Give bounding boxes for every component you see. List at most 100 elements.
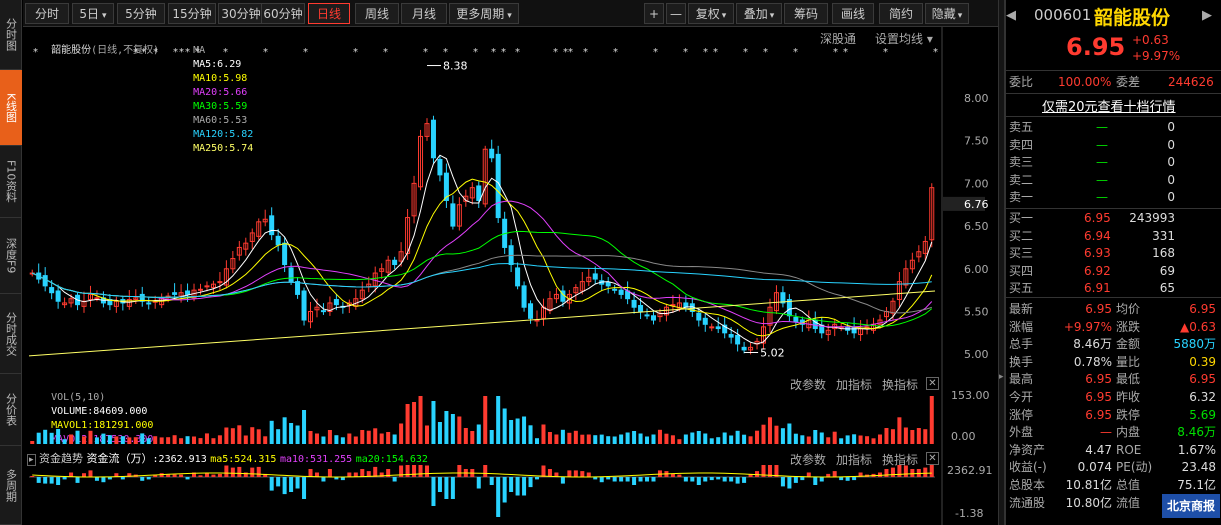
volume-bar bbox=[43, 429, 48, 444]
event-marker-icon: * bbox=[491, 47, 496, 58]
volume-bar bbox=[289, 423, 294, 444]
event-marker-icon: * bbox=[833, 47, 838, 58]
nav-item-0[interactable]: 分时图 bbox=[0, 0, 22, 70]
event-marker-icon: * bbox=[653, 47, 658, 58]
volume-bar bbox=[483, 396, 488, 444]
panel-divider[interactable]: ▸ bbox=[998, 0, 1005, 525]
period-tab-7[interactable]: 周线 bbox=[355, 3, 399, 24]
level2-promo-link[interactable]: 仅需20元查看十档行情 bbox=[1042, 96, 1176, 115]
stat-label: 涨幅 bbox=[1009, 319, 1034, 334]
volume-bar bbox=[373, 428, 378, 444]
volume-bar bbox=[263, 436, 268, 444]
nav-item-3[interactable]: 深度F9 bbox=[0, 218, 22, 294]
fund-bar bbox=[722, 477, 727, 482]
period-tab-3[interactable]: 15分钟 bbox=[168, 3, 216, 24]
volume-bar bbox=[360, 430, 365, 444]
volume-bar bbox=[742, 434, 747, 444]
tool-button-1[interactable]: 叠加 ▾ bbox=[736, 3, 782, 24]
volume-bar bbox=[871, 438, 876, 444]
ask-label: 卖五 bbox=[1009, 120, 1034, 134]
tool-button-0[interactable]: 复权 ▾ bbox=[688, 3, 734, 24]
nav-item-6[interactable]: 多周期 bbox=[0, 446, 22, 525]
ma120-line bbox=[32, 263, 932, 298]
bid-label: 买三 bbox=[1009, 246, 1034, 260]
fund-bar bbox=[224, 465, 229, 477]
fund-bar bbox=[729, 477, 734, 482]
fund-bar bbox=[573, 470, 578, 477]
fund-bar bbox=[645, 477, 650, 482]
tool-button-2[interactable]: 筹码 bbox=[784, 3, 828, 24]
volume-bar bbox=[729, 435, 734, 444]
bid-volume: 69 bbox=[1159, 263, 1175, 278]
bid-price: 6.92 bbox=[1084, 263, 1111, 278]
zoom-in-button[interactable]: + bbox=[644, 3, 664, 24]
period-tab-label: 周线 bbox=[364, 7, 389, 21]
bid-label: 买二 bbox=[1009, 228, 1034, 243]
kline-chart[interactable]: 韶能股份(日线,不复权) MA MA5:6.29 MA10:5.98 MA20:… bbox=[23, 27, 998, 374]
fund-bar bbox=[735, 477, 740, 484]
period-tab-1[interactable]: 5日 ▾ bbox=[72, 3, 114, 24]
event-marker-icon: * bbox=[703, 47, 708, 58]
fund-bar bbox=[444, 477, 449, 499]
period-tab-5[interactable]: 60分钟 bbox=[261, 3, 305, 24]
event-marker-icon: * bbox=[303, 47, 308, 58]
candle-body bbox=[728, 334, 734, 338]
tool-button-3[interactable]: 画线 bbox=[832, 3, 874, 24]
candle-body bbox=[715, 326, 721, 330]
event-marker-icon: * bbox=[185, 47, 190, 58]
fund-bar bbox=[612, 477, 617, 482]
volume-bar bbox=[528, 425, 533, 444]
fund-bar bbox=[412, 465, 417, 477]
period-tab-label: 日线 bbox=[316, 7, 341, 21]
volume-bar bbox=[347, 433, 352, 444]
fund-bar bbox=[282, 477, 287, 495]
ask-price: — bbox=[1096, 190, 1108, 204]
volume-bar bbox=[547, 432, 552, 444]
fundflow-chart[interactable]: ▸ 资金趋势 资金流（万）:2362.913 ma5:524.315 ma10:… bbox=[23, 449, 998, 525]
ma30-line bbox=[32, 230, 933, 327]
nav-item-5[interactable]: 分价表 bbox=[0, 374, 22, 446]
period-tab-6[interactable]: 日线 bbox=[308, 3, 350, 24]
stat-value: +9.97% bbox=[1063, 319, 1112, 334]
nav-item-1[interactable]: K线图 bbox=[0, 70, 22, 146]
volume-chart[interactable]: VOL(5,10) VOLUME:84609.000 MAVOL1:181291… bbox=[23, 374, 998, 449]
candle-body bbox=[146, 302, 152, 305]
volume-bar bbox=[541, 424, 546, 444]
event-marker-icon: * bbox=[683, 47, 688, 58]
period-tab-8[interactable]: 月线 bbox=[401, 3, 447, 24]
volume-bar bbox=[198, 438, 203, 444]
fund-bar bbox=[185, 477, 190, 480]
back-arrow-icon[interactable]: ◀ bbox=[1006, 8, 1016, 23]
period-tab-0[interactable]: 分时 bbox=[25, 3, 69, 24]
candle-body bbox=[631, 299, 637, 308]
collapse-arrow-icon[interactable]: ▸ bbox=[999, 372, 1004, 382]
candle-body bbox=[430, 119, 436, 159]
period-tab-9[interactable]: 更多周期 ▾ bbox=[449, 3, 519, 24]
forward-arrow-icon[interactable]: ▶ bbox=[1202, 8, 1212, 23]
candle-body bbox=[612, 288, 618, 291]
event-marker-icon: * bbox=[763, 47, 768, 58]
fund-bar bbox=[289, 477, 294, 492]
ask-label: 卖一 bbox=[1009, 190, 1034, 204]
volume-bar bbox=[858, 435, 863, 444]
stat-value: 8.46万 bbox=[1177, 425, 1216, 440]
candle-body bbox=[644, 314, 650, 317]
tool-button-5[interactable]: 隐藏 ▾ bbox=[925, 3, 969, 24]
volume-bar bbox=[877, 434, 882, 444]
volume-bar bbox=[269, 420, 274, 444]
nav-item-2[interactable]: F10资料 bbox=[0, 146, 22, 218]
period-tab-4[interactable]: 30分钟 bbox=[218, 3, 264, 24]
fund-bar bbox=[424, 465, 429, 477]
ask-volume: 0 bbox=[1167, 190, 1175, 204]
nav-item-4[interactable]: 分时成交 bbox=[0, 294, 22, 374]
ask-price: — bbox=[1096, 120, 1108, 134]
fund-bar bbox=[179, 474, 184, 477]
fund-bar bbox=[43, 477, 48, 484]
volume-bar bbox=[664, 433, 669, 444]
stat-label: 涨停 bbox=[1009, 407, 1034, 422]
zoom-out-button[interactable]: — bbox=[666, 3, 686, 24]
period-tab-2[interactable]: 5分钟 bbox=[117, 3, 165, 24]
volume-bar bbox=[366, 430, 371, 444]
fund-bar bbox=[75, 477, 80, 483]
tool-button-4[interactable]: 简约 bbox=[879, 3, 923, 24]
